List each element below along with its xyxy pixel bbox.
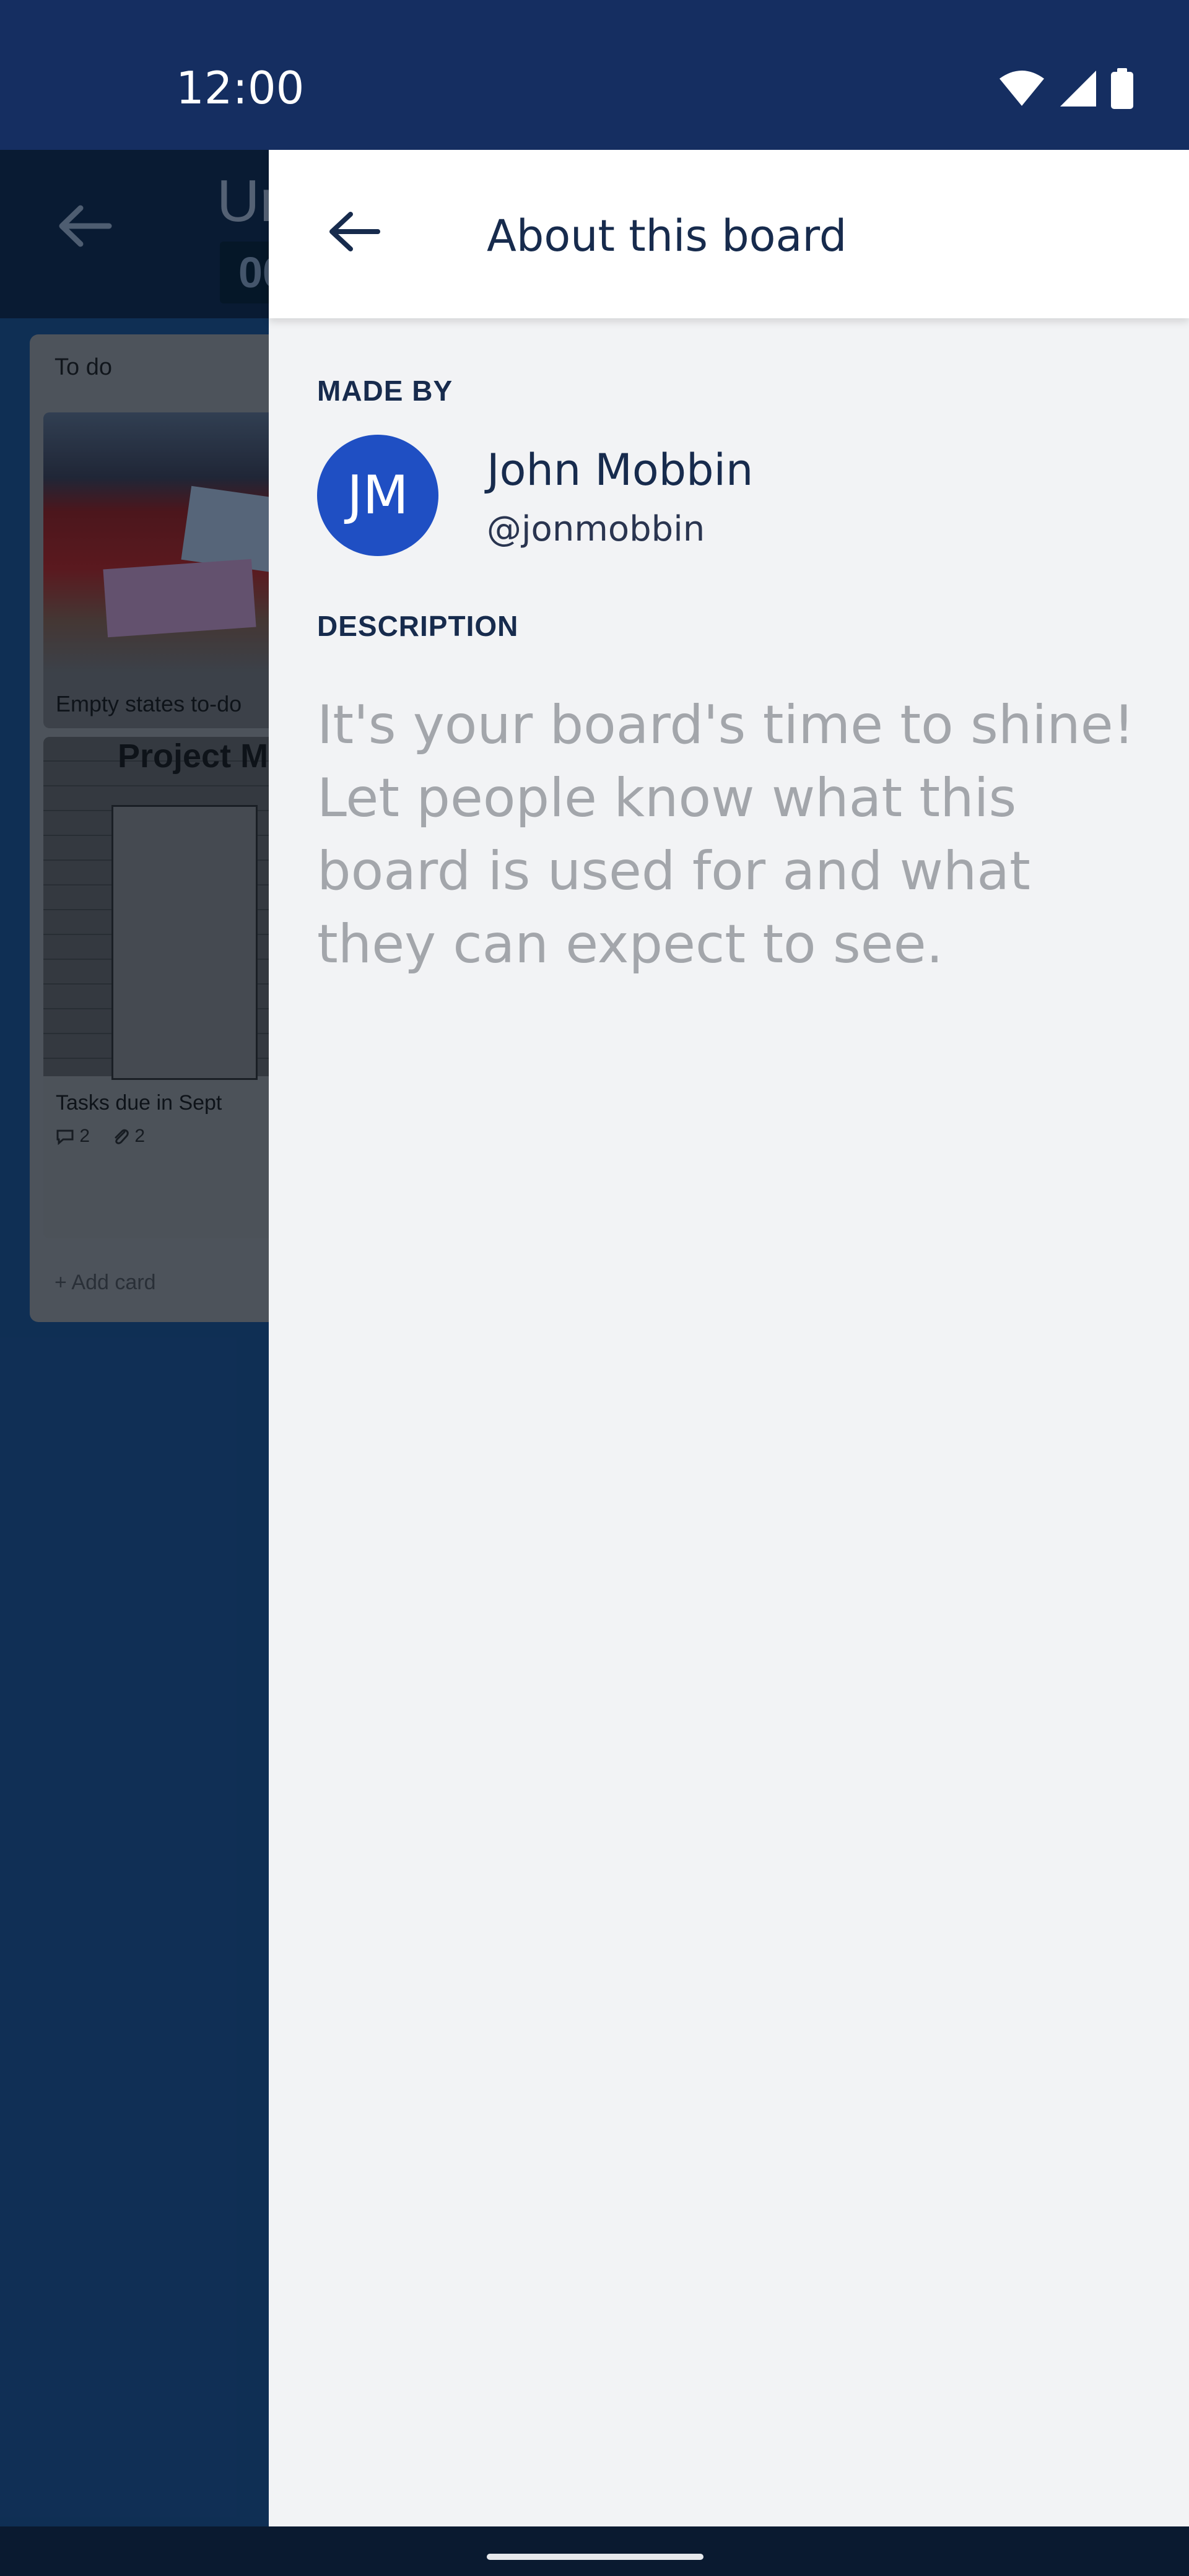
author-handle: @jonmobbin [487,509,705,549]
home-gesture-handle[interactable] [487,2554,703,2560]
made-by-label: MADE BY [317,375,453,407]
status-bar: 12:00 [0,0,1189,150]
navigation-bar [0,2526,1189,2576]
status-time: 12:00 [176,62,305,114]
battery-icon [1111,68,1133,109]
drawer-back-button[interactable] [326,207,381,259]
avatar[interactable]: JM [317,435,438,556]
status-icons [998,68,1133,109]
description-label: DESCRIPTION [317,610,519,642]
description-field[interactable]: It's your board's time to shine! Let peo… [317,689,1141,981]
cellular-signal-icon [1060,71,1096,107]
author-name[interactable]: John Mobbin [487,445,753,495]
about-board-drawer: About this board MADE BY JM John Mobbin … [269,150,1189,2526]
drawer-header: About this board [269,150,1189,318]
drawer-title: About this board [487,211,847,261]
wifi-icon [1000,71,1044,106]
arrow-back-icon [329,212,380,251]
